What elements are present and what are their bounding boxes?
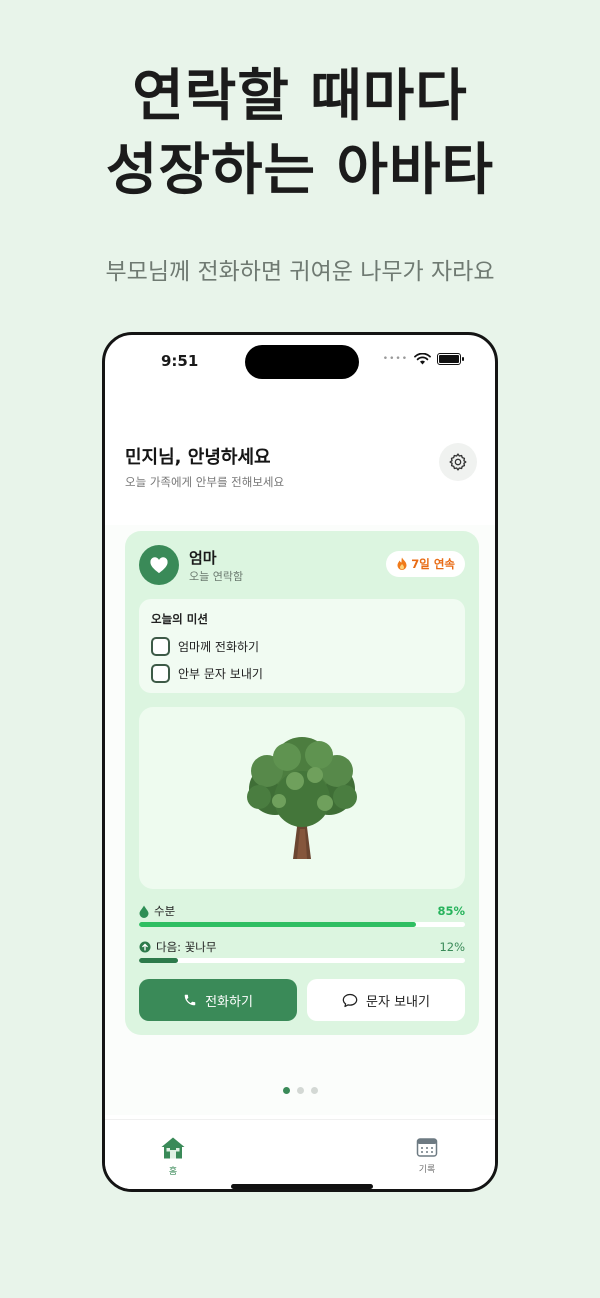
mission-checkbox[interactable] — [151, 664, 170, 683]
promo-headline-line1: 연락할 때마다 — [132, 64, 468, 129]
greeting-subtitle: 오늘 가족에게 안부를 전해보세요 — [125, 475, 285, 489]
water-value: 85% — [437, 904, 465, 918]
growth-progress-bar — [139, 958, 465, 963]
mission-item[interactable]: 안부 문자 보내기 — [151, 660, 453, 687]
phone-icon — [184, 994, 196, 1006]
promo-headline: 연락할 때마다 성장하는 아바타 — [0, 60, 600, 208]
page-dot[interactable] — [310, 1087, 318, 1094]
tab-home-label: 홈 — [168, 1167, 178, 1177]
tab-bar: 홈 기록 — [105, 1119, 495, 1189]
mission-label: 안부 문자 보내기 — [178, 667, 263, 681]
mission-item[interactable]: 엄마께 전화하기 — [151, 633, 453, 660]
contact-last-contact: 오늘 연락함 — [189, 570, 244, 583]
water-label: 수분 — [154, 904, 176, 918]
growth-stat: 다음: 꽃나무 12% — [139, 939, 465, 955]
page-dot[interactable] — [296, 1087, 304, 1094]
promo-headline-line2: 성장하는 아바타 — [105, 138, 495, 203]
streak-badge: 7일 연속 — [386, 551, 465, 577]
mission-label: 엄마께 전화하기 — [178, 640, 260, 654]
growth-value: 12% — [439, 940, 465, 954]
call-button-label: 전화하기 — [205, 994, 253, 1010]
water-drop-icon — [139, 905, 149, 918]
phone-frame: 9:51 •••• 민지님, 안녕하세요 오늘 가족에게 안부를 전해보세요 엄… — [102, 332, 498, 1192]
heart-icon — [150, 557, 168, 574]
home-icon — [161, 1137, 185, 1159]
tab-log-label: 기록 — [418, 1165, 436, 1175]
missions-panel: 오늘의 미션 엄마께 전화하기 안부 문자 보내기 — [139, 599, 465, 693]
signal-icon: •••• — [382, 354, 408, 364]
mission-checkbox[interactable] — [151, 637, 170, 656]
page-dot[interactable] — [282, 1087, 290, 1094]
status-time: 9:51 — [161, 352, 199, 370]
promo-subheadline: 부모님께 전화하면 귀여운 나무가 자라요 — [105, 259, 495, 285]
growth-label: 다음: 꽃나무 — [156, 940, 217, 954]
streak-label: 7일 연속 — [411, 557, 455, 571]
status-bar: 9:51 •••• — [105, 335, 495, 393]
wifi-icon — [414, 353, 431, 365]
arrow-up-circle-icon — [139, 941, 151, 953]
growth-progress-fill — [139, 958, 179, 963]
water-progress-bar — [139, 922, 465, 927]
page-indicator — [105, 1087, 495, 1094]
message-button[interactable]: 문자 보내기 — [307, 979, 465, 1021]
avatar — [139, 545, 179, 585]
missions-title: 오늘의 미션 — [151, 612, 208, 626]
water-progress-fill — [139, 922, 417, 927]
greeting-title: 민지님, 안녕하세요 — [125, 447, 271, 468]
tab-log[interactable]: 기록 — [397, 1136, 457, 1175]
calendar-icon — [416, 1138, 438, 1157]
water-stat: 수분 85% — [139, 903, 465, 919]
call-button[interactable]: 전화하기 — [139, 979, 297, 1021]
settings-button[interactable] — [439, 443, 477, 481]
contact-name: 엄마 — [189, 549, 217, 567]
greeting-block: 민지님, 안녕하세요 오늘 가족에게 안부를 전해보세요 — [125, 443, 284, 490]
status-icons: •••• — [382, 353, 464, 365]
fire-icon — [397, 557, 407, 570]
battery-icon — [437, 353, 464, 365]
contact-card: 엄마 오늘 연락함 7일 연속 오늘의 미션 엄마께 전화하기 안부 문자 보내… — [125, 531, 479, 1035]
tab-home[interactable]: 홈 — [143, 1136, 203, 1177]
home-indicator — [231, 1184, 373, 1189]
dynamic-island — [245, 345, 359, 379]
message-button-label: 문자 보내기 — [366, 994, 430, 1010]
avatar-tree-panel — [139, 707, 465, 889]
chat-bubble-icon — [342, 993, 358, 1007]
tree-avatar-image — [247, 737, 357, 859]
gear-icon — [449, 453, 467, 471]
